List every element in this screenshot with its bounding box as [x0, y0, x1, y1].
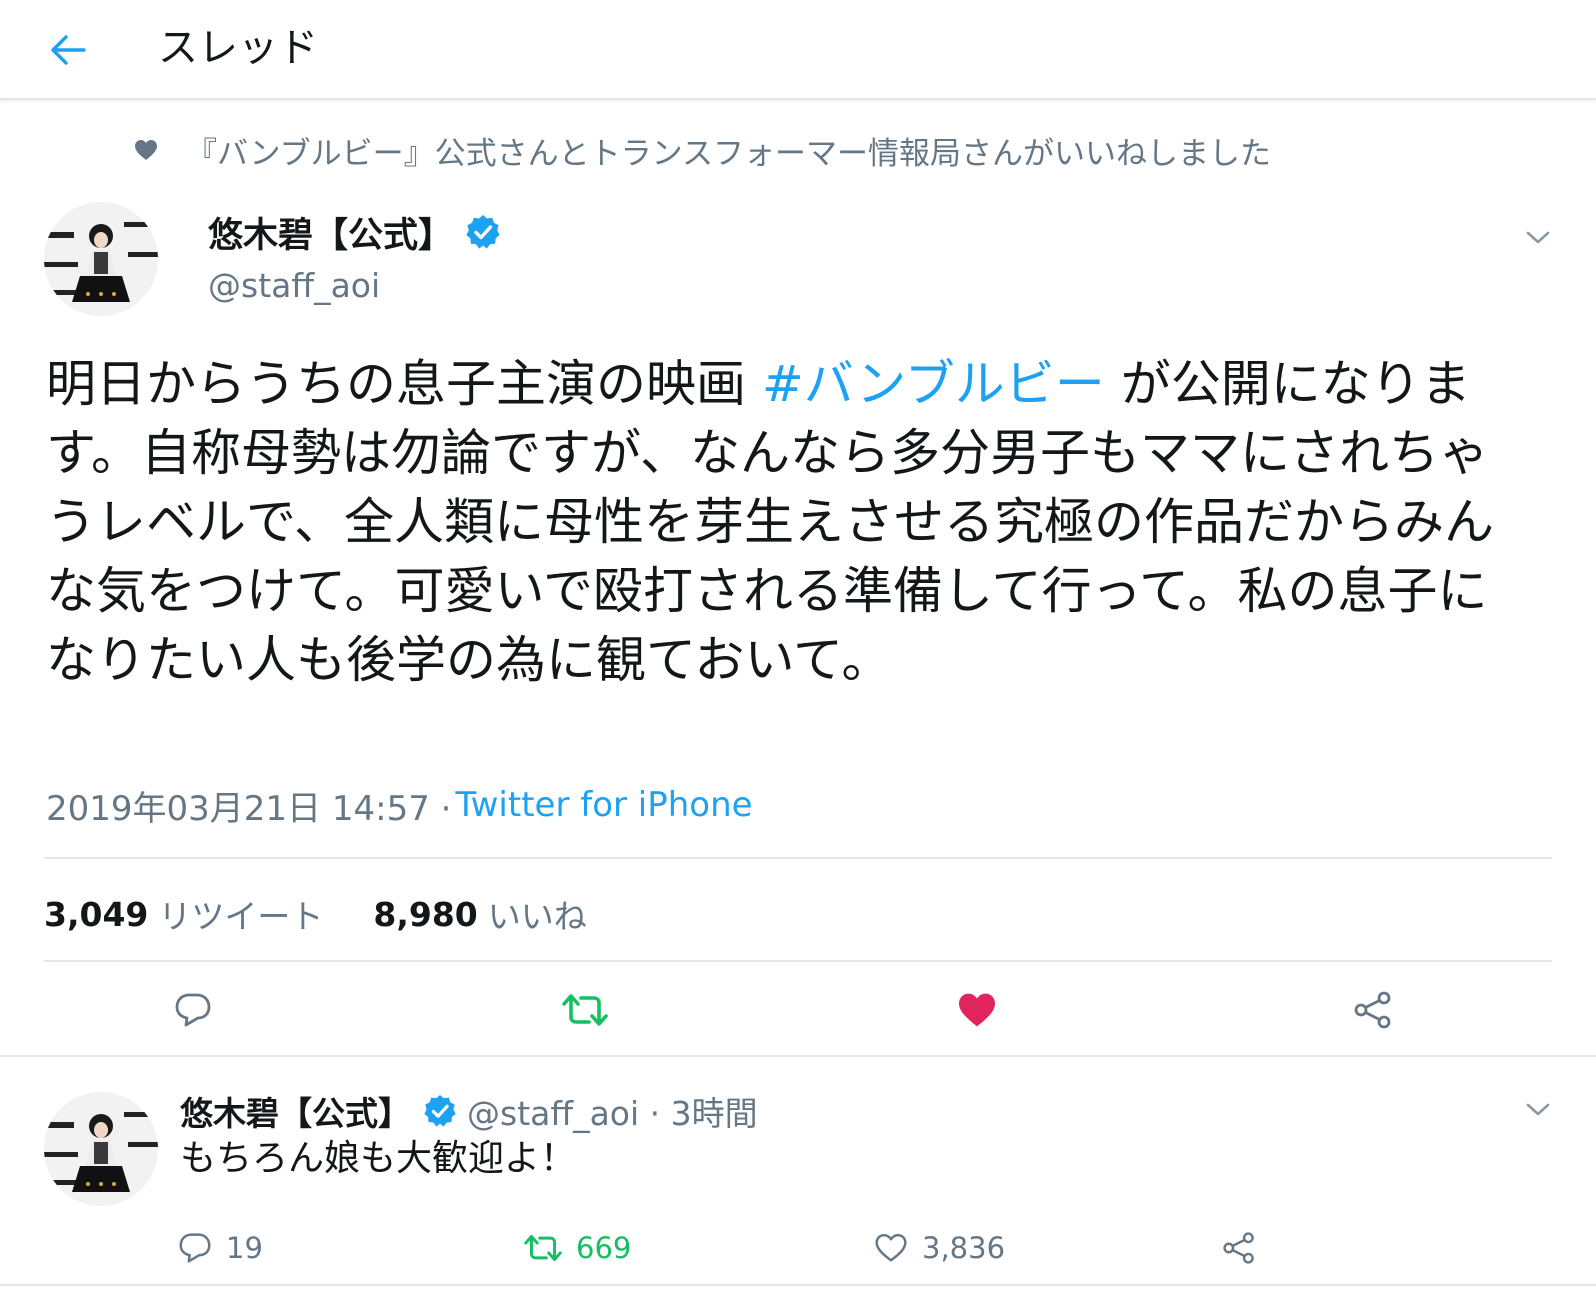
author-name[interactable]: 悠木碧【公式】 [180, 1087, 411, 1135]
retweet-count: 669 [576, 1231, 632, 1265]
divider [0, 1055, 1596, 1057]
like-label: いいね [487, 897, 587, 936]
verified-badge-icon [424, 1094, 456, 1127]
heart-icon [959, 993, 995, 1027]
verified-badge-icon [466, 215, 500, 249]
social-context: 『バンブルビー』公式さんとトランスフォーマー情報局さんがいいねしました [134, 128, 1271, 172]
retweet-button[interactable] [558, 986, 612, 1034]
like-button[interactable]: 3,836 [874, 1226, 1005, 1270]
chevron-down-icon [1526, 1103, 1550, 1116]
divider [0, 1284, 1596, 1286]
tweet-text-part: 明日からうちの息子主演の映画 [46, 355, 762, 413]
back-arrow-icon [51, 35, 86, 65]
author-name-row[interactable]: 悠木碧【公式】 [208, 208, 501, 256]
author-handle[interactable]: @staff_aoi [208, 266, 380, 305]
author-name[interactable]: 悠木碧【公式】 [208, 207, 453, 258]
avatar[interactable] [44, 202, 158, 316]
share-icon [1354, 991, 1391, 1029]
reply-button[interactable] [168, 986, 218, 1034]
heart-icon [134, 137, 160, 163]
share-button[interactable] [1222, 1226, 1256, 1270]
author-handle-time: @staff_aoi · 3時間 [467, 1094, 758, 1133]
tweet-menu-button[interactable] [1520, 220, 1556, 256]
reply-icon [179, 1233, 211, 1263]
like-count: 8,980 [373, 894, 478, 934]
top-bar: スレッド [0, 0, 1596, 100]
hashtag-link[interactable]: #バンブルビー [762, 355, 1105, 413]
retweet-stat[interactable]: 3,049 リツイート [44, 890, 323, 938]
divider [44, 960, 1552, 962]
heart-outline-icon [875, 1233, 907, 1262]
tweet-menu-button[interactable] [1520, 1092, 1556, 1128]
retweet-label: リツイート [158, 897, 324, 936]
like-stat[interactable]: 8,980 いいね [373, 890, 586, 938]
tweet-text: 明日からうちの息子主演の映画 #バンブルビー が公開になります。自称母勢は勿論で… [46, 350, 1516, 695]
reply-icon [175, 993, 211, 1027]
reply-header[interactable]: 悠木碧【公式】 @staff_aoi · 3時間 [180, 1086, 758, 1136]
chevron-down-icon [1526, 231, 1550, 244]
retweet-count: 3,049 [44, 894, 149, 934]
tweet-meta: 2019年03月21日 14:57 · Twitter for iPhone [46, 782, 753, 829]
retweet-icon [562, 994, 608, 1026]
reply-button[interactable]: 19 [178, 1226, 263, 1270]
divider [44, 857, 1552, 859]
like-button[interactable] [952, 986, 1002, 1034]
tweet-timestamp: 2019年03月21日 14:57 · [46, 788, 452, 829]
share-button[interactable] [1348, 986, 1398, 1034]
page-title: スレッド [158, 25, 318, 71]
retweet-icon [524, 1234, 562, 1262]
back-button[interactable] [40, 22, 96, 78]
reply-count: 19 [226, 1231, 263, 1265]
share-icon [1223, 1232, 1254, 1264]
reply-tweet-text: もちろん娘も大歓迎よ！ [180, 1138, 577, 1179]
tweet-stats: 3,049 リツイート 8,980 いいね [44, 890, 587, 938]
social-context-text: 『バンブルビー』公式さんとトランスフォーマー情報局さんがいいねしました [186, 135, 1271, 172]
retweet-button[interactable]: 669 [524, 1226, 631, 1270]
like-count: 3,836 [922, 1231, 1006, 1265]
avatar[interactable] [44, 1092, 158, 1206]
tweet-source-link[interactable]: Twitter for iPhone [455, 785, 752, 825]
